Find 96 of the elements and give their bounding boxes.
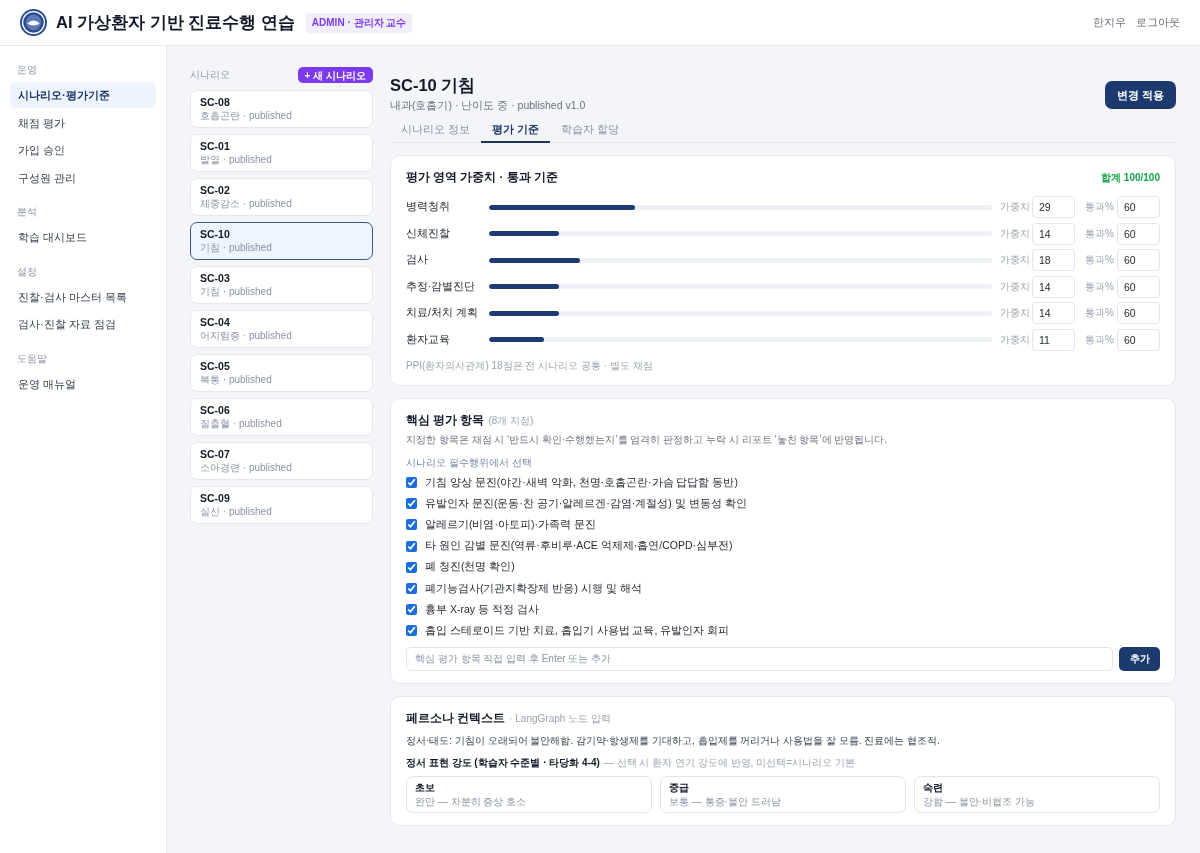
- item-input-field[interactable]: 핵심 평가 항목 직접 입력 후 Enter 또는 추가: [406, 646, 1113, 671]
- weight-field[interactable]: 18: [1032, 249, 1075, 272]
- new-scenario-button[interactable]: + 새 시나리오: [297, 67, 373, 83]
- checkbox[interactable]: [406, 540, 417, 552]
- scenario-meta: 내과(호흡기) · 난이도 중 · published v1.0: [390, 99, 586, 113]
- scenario-card[interactable]: SC-04 어지럼증 · published: [190, 310, 373, 348]
- checkbox[interactable]: [406, 583, 417, 595]
- weight-field[interactable]: 14: [1032, 275, 1075, 298]
- app-title: AI 가상환자 기반 진료수행 연습: [56, 11, 295, 33]
- scenario-card[interactable]: SC-01 발열 · published: [190, 134, 373, 172]
- field-label: 가중치: [1000, 332, 1031, 347]
- item-count: (8개 지정): [488, 414, 534, 428]
- sidebar-item[interactable]: 학습 대시보드: [10, 224, 156, 250]
- intensity-heading: 정서 표현 강도 (학습자 수준별 · 타당화 4-4): [406, 755, 600, 770]
- field-label: 가중치: [1000, 253, 1031, 268]
- pass-field[interactable]: 60: [1117, 302, 1160, 325]
- checkbox[interactable]: [406, 498, 417, 510]
- sidebar-item[interactable]: 진찰·검사 마스터 목록: [10, 283, 156, 310]
- card-title: 핵심 평가 항목: [406, 413, 485, 428]
- item-label: 알레르기(비염·아토피)·가족력 문진: [425, 517, 596, 532]
- scenario-card[interactable]: SC-02 체중감소 · published: [190, 178, 373, 216]
- logout-link[interactable]: 로그아웃: [1136, 15, 1180, 30]
- tab[interactable]: 평가 기준: [480, 118, 550, 143]
- pass-field[interactable]: 60: [1117, 275, 1160, 298]
- sidebar-item[interactable]: 시나리오·평가기준: [10, 82, 156, 108]
- field-label: 통과%: [1085, 253, 1115, 268]
- card-subtitle: · LangGraph 노드 입력: [509, 711, 611, 726]
- pass-field[interactable]: 60: [1117, 249, 1160, 272]
- pass-field[interactable]: 60: [1117, 328, 1160, 351]
- scenario-card[interactable]: SC-08 호흡곤란 · published: [190, 90, 373, 128]
- area-label: 신체진찰: [406, 226, 451, 241]
- pass-field[interactable]: 60: [1117, 222, 1160, 245]
- field-label: 통과%: [1085, 306, 1115, 321]
- card-title: 페르소나 컨텍스트: [406, 710, 506, 726]
- field-label: 통과%: [1085, 332, 1115, 347]
- item-label: 유발인자 문진(운동·찬 공기·알레르겐·감염·계절성) 및 변동성 확인: [425, 496, 747, 511]
- role-badge: ADMIN · 관리자 교수: [305, 12, 413, 33]
- field-label: 가중치: [1000, 226, 1031, 241]
- section-label: 설정: [16, 264, 38, 279]
- checkbox[interactable]: [406, 604, 417, 616]
- field-label: 통과%: [1085, 200, 1115, 215]
- sidebar-item[interactable]: 검사·진찰 자료 점검: [10, 311, 156, 337]
- checkbox[interactable]: [406, 561, 417, 573]
- source-label: 시나리오 필수행위에서 선택: [406, 456, 533, 470]
- sidebar-item[interactable]: 구성원 관리: [10, 164, 156, 191]
- sidebar-item[interactable]: 채점 평가: [10, 109, 156, 136]
- card-title: 평가 영역 가중치 · 통과 기준: [406, 170, 558, 185]
- item-label: 흉부 X-ray 등 적정 검사: [425, 602, 539, 617]
- scenario-card[interactable]: SC-06 질출혈 · published: [190, 398, 373, 436]
- level-option[interactable]: 중급 보통 — 통증·불안 드러남: [660, 775, 906, 813]
- item-label: 폐기능검사(기관지확장제 반응) 시행 및 해석: [425, 581, 642, 596]
- area-label: 검사: [406, 253, 429, 268]
- area-label: 병력청취: [406, 200, 451, 215]
- emblem-logo-icon: [20, 9, 47, 36]
- sidebar-item[interactable]: 가입 승인: [10, 137, 156, 163]
- weight-field[interactable]: 11: [1032, 328, 1075, 351]
- item-label: 폐 청진(천명 확인): [425, 560, 515, 575]
- area-label: 추정·감별진단: [406, 279, 477, 294]
- item-label: 기침 양상 문진(야간·새벽 악화, 천명·호흡곤란·가슴 답답함 동반): [425, 475, 738, 490]
- item-label: 흡입 스테로이드 기반 치료, 흡입기 사용법 교육, 유발인자 회피: [425, 623, 730, 638]
- checkbox[interactable]: [406, 519, 417, 531]
- field-label: 가중치: [1000, 279, 1031, 294]
- description: 지정한 항목은 채점 시 ‘반드시 확인·수행했는지’를 엄격히 판정하고 누락 시 리포트 ‘놓친 항목’에 반영됩니다.: [406, 433, 889, 447]
- level-option[interactable]: 숙련 강함 — 불안·비협조 가능: [914, 775, 1160, 813]
- add-button[interactable]: 추가: [1119, 646, 1160, 671]
- footnote: PPI(환자의사관계) 18점은 전 시나리오 공통 · 별도 채점: [406, 359, 654, 373]
- weight-field[interactable]: 14: [1032, 222, 1075, 245]
- section-label: 분석: [16, 205, 38, 219]
- field-label: 가중치: [1000, 200, 1031, 215]
- weight-field[interactable]: 14: [1032, 302, 1075, 325]
- level-option[interactable]: 초보 완만 — 차분히 증상 호소: [406, 775, 652, 813]
- persona-text: 정서·태도: 기침이 오래되어 불안해함. 감기약·항생제를 기대하고, 흡입제를 꺼리거나 사용법을 잘 모름. 진료에는 협조적.: [406, 733, 941, 748]
- field-label: 통과%: [1085, 279, 1115, 294]
- list-label: 시나리오: [190, 68, 230, 82]
- scenario-card[interactable]: SC-07 소아경련 · published: [190, 442, 373, 480]
- scenario-card[interactable]: SC-10 기침 · published: [190, 222, 373, 260]
- scenario-card[interactable]: SC-03 기침 · published: [190, 266, 373, 304]
- item-label: 타 원인 감별 문진(역류·후비루·ACE 억제제·흡연/COPD·심부전): [425, 539, 733, 554]
- field-label: 통과%: [1085, 226, 1115, 241]
- area-label: 환자교육: [406, 332, 451, 347]
- scenario-card[interactable]: SC-05 복통 · published: [190, 354, 373, 392]
- total-score: 합계 100/100: [1101, 170, 1160, 185]
- checkbox[interactable]: [406, 477, 417, 489]
- scenario-title: SC-10 기침: [390, 75, 477, 96]
- pass-field[interactable]: 60: [1117, 196, 1160, 219]
- sidebar-item[interactable]: 운영 매뉴얼: [10, 370, 156, 397]
- area-label: 치료/처치 계획: [406, 306, 479, 321]
- section-label: 도움말: [16, 351, 48, 366]
- apply-changes-button[interactable]: 변경 적용: [1105, 81, 1176, 109]
- user-name: 한지우: [1093, 15, 1126, 30]
- section-label: 운영: [16, 63, 38, 77]
- scenario-card[interactable]: SC-09 실신 · published: [190, 486, 373, 524]
- intensity-note: — 선택 시 환자 연기 강도에 반영, 미선택=시나리오 기본: [603, 755, 855, 770]
- field-label: 가중치: [1000, 306, 1031, 321]
- weight-field[interactable]: 29: [1032, 196, 1075, 219]
- checkbox[interactable]: [406, 625, 417, 637]
